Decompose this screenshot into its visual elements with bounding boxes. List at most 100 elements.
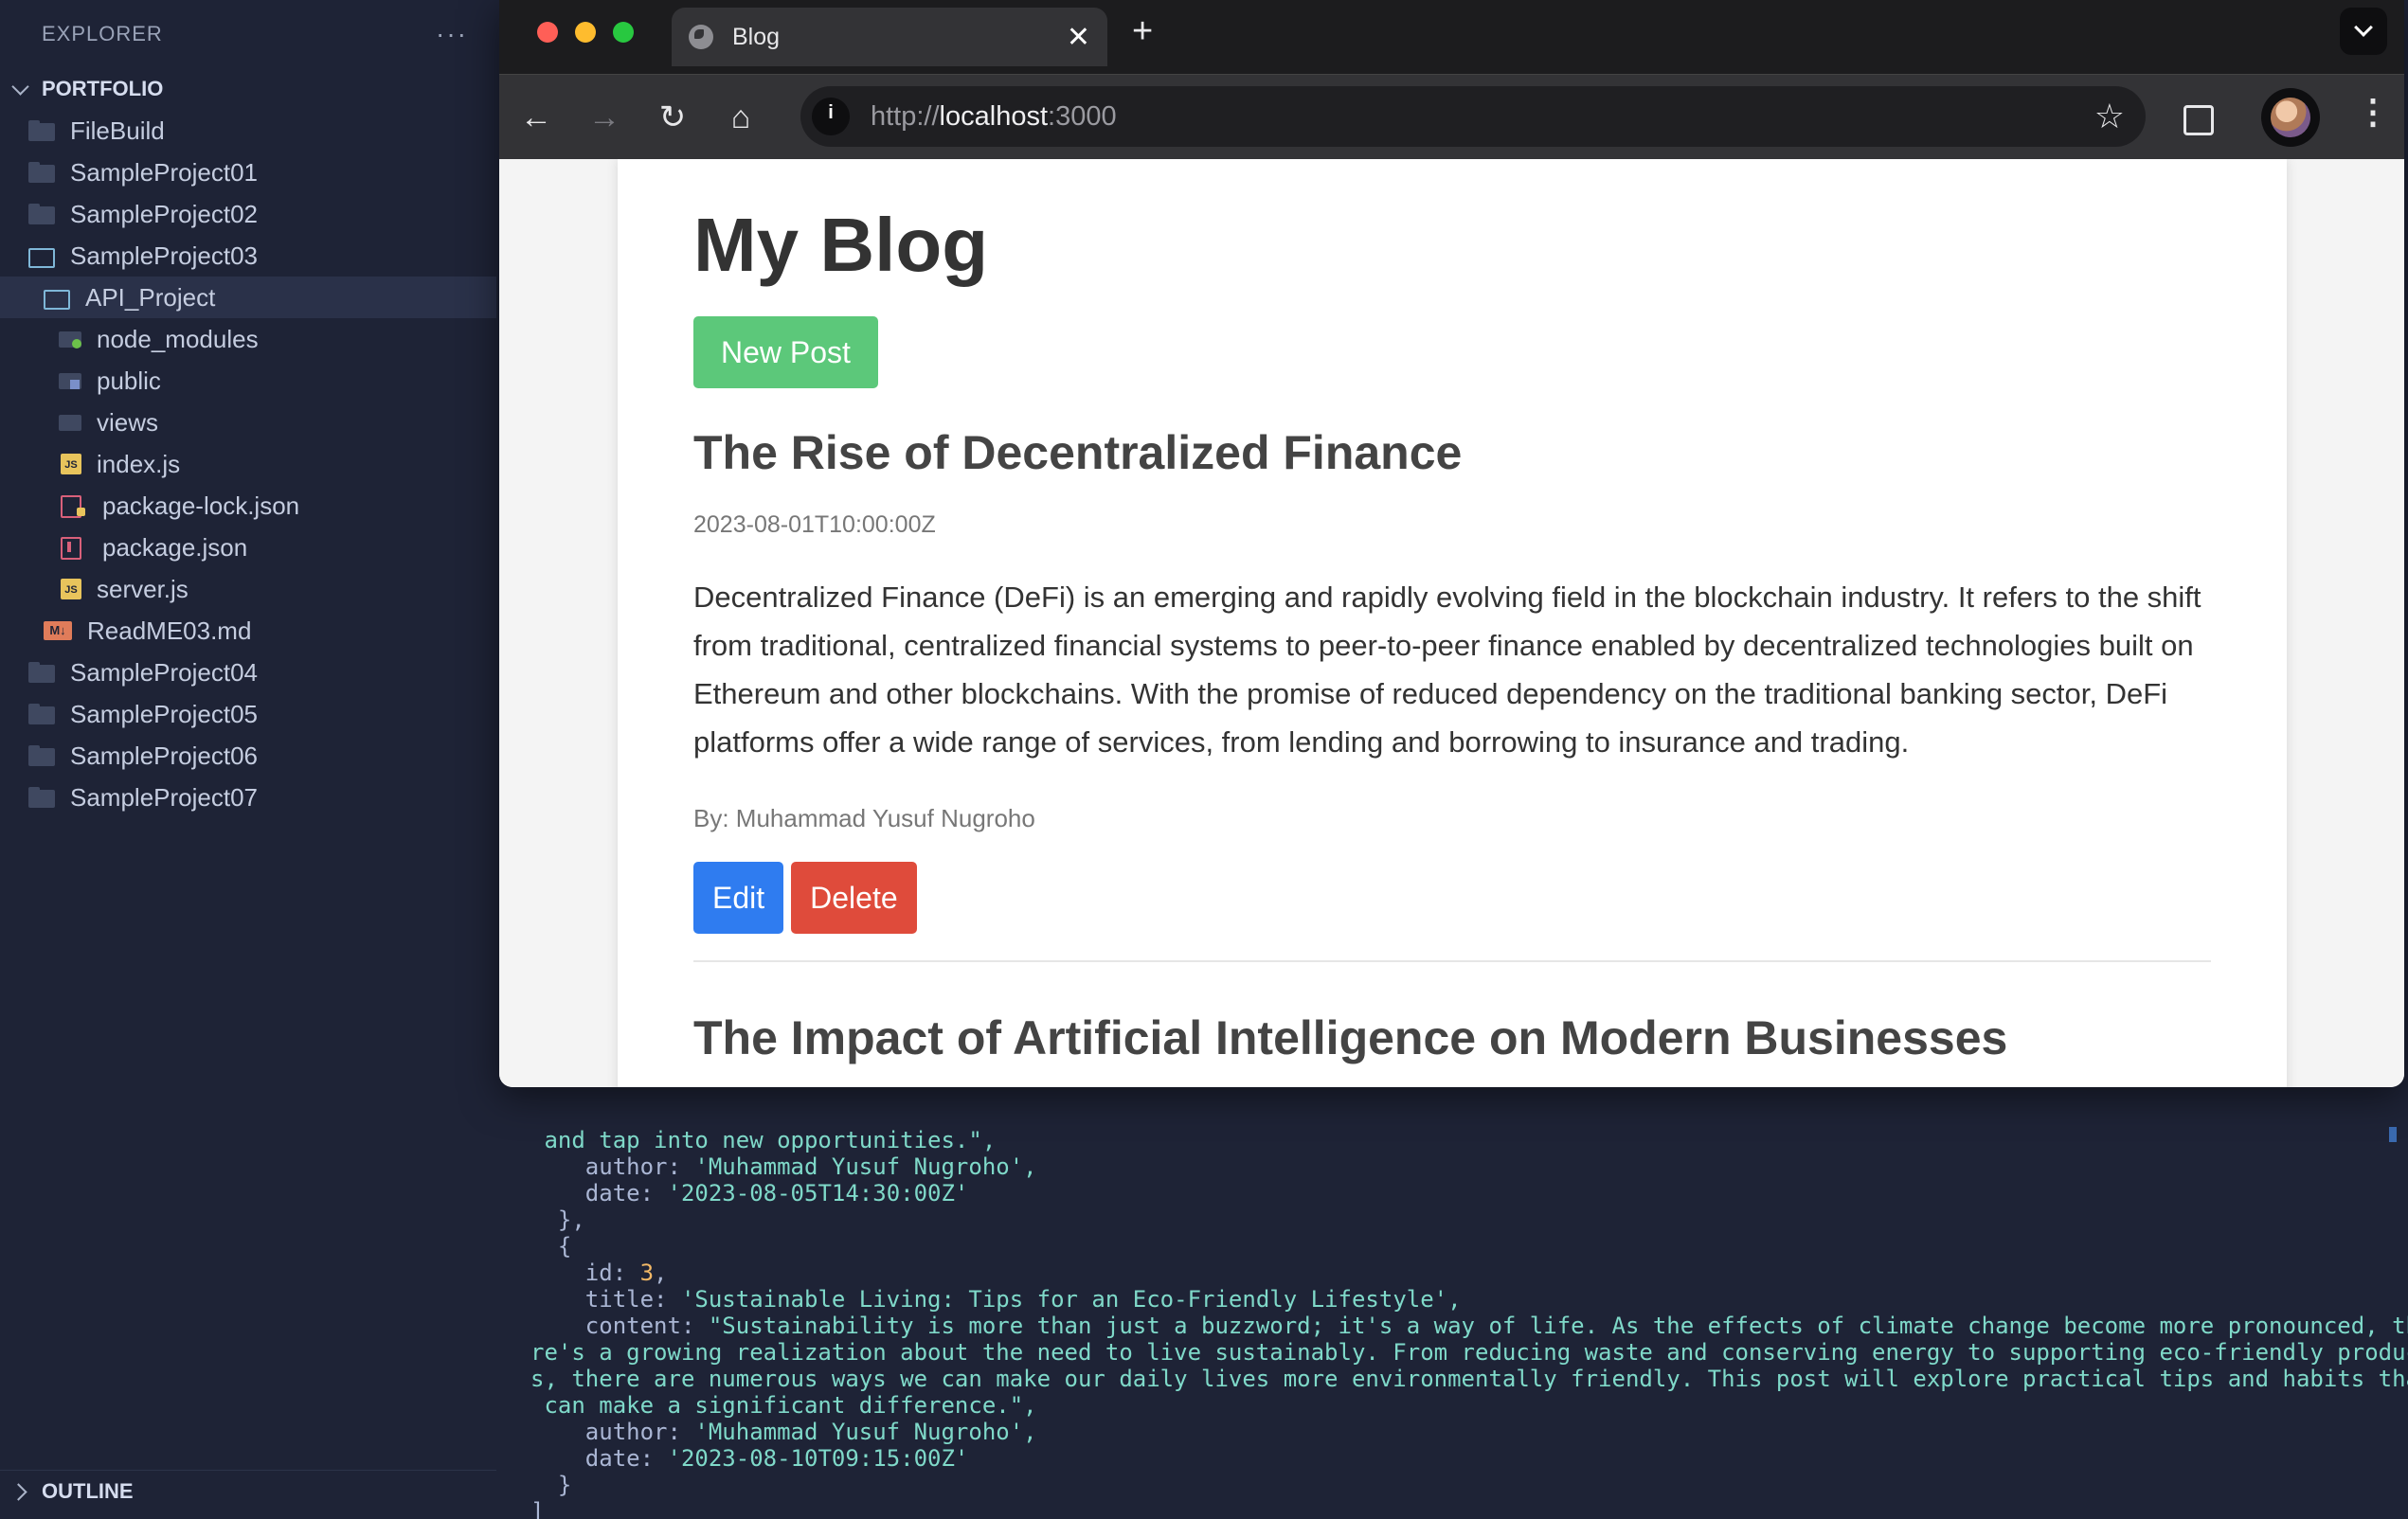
code-line: and tap into new opportunities.",	[530, 1127, 997, 1153]
code-line: {	[530, 1233, 572, 1260]
section-label: OUTLINE	[42, 1478, 134, 1503]
tree-item-label: SampleProject01	[70, 157, 258, 187]
tree-item-label: FileBuild	[70, 116, 165, 145]
new-post-button[interactable]: New Post	[693, 316, 878, 388]
explorer-header: EXPLORER ···	[0, 0, 496, 68]
home-button[interactable]: ⌂	[717, 94, 764, 141]
tree-item-label: API_Project	[85, 282, 216, 312]
chevron-down-icon[interactable]	[2340, 8, 2387, 55]
browser-menu-icon[interactable]: ⋮	[2356, 92, 2390, 132]
globe-icon	[689, 25, 713, 49]
bookmark-star-icon[interactable]: ☆	[2094, 97, 2125, 136]
markdown-file-icon	[44, 621, 72, 640]
tree-item-label: package-lock.json	[102, 491, 300, 520]
browser-toolbar: ← → ↻ ⌂ http://localhost:3000 ☆ ⋮	[499, 74, 2404, 159]
folder-icon	[59, 413, 81, 432]
post-card: The Rise of Decentralized Finance 2023-0…	[693, 424, 2211, 962]
node-folder-icon	[59, 330, 81, 348]
tree-item-readme03-md[interactable]: ReadME03.md	[0, 610, 496, 652]
tree-item-label: views	[97, 407, 159, 437]
url-text[interactable]: http://localhost:3000	[871, 101, 2094, 133]
code-line: content: "Sustainability is more than ju…	[530, 1313, 2408, 1339]
tree-item-label: node_modules	[97, 324, 259, 353]
folder-icon	[28, 704, 55, 724]
more-actions-icon[interactable]: ···	[436, 19, 468, 49]
tree-item-label: SampleProject07	[70, 782, 258, 812]
outline-section-header[interactable]: OUTLINE	[0, 1470, 496, 1511]
folder-icon	[28, 745, 55, 766]
tab-title: Blog	[732, 23, 781, 50]
tree-item-label: server.js	[97, 574, 189, 603]
tree-item-label: SampleProject03	[70, 241, 258, 270]
tree-item-views[interactable]: views	[0, 402, 496, 443]
reload-button[interactable]: ↻	[649, 94, 696, 141]
tree-item-sampleproject04[interactable]: SampleProject04	[0, 652, 496, 693]
close-icon[interactable]: ✕	[1067, 21, 1090, 54]
explorer-title: EXPLORER	[42, 22, 163, 45]
scrollbar-marker[interactable]	[2389, 1127, 2397, 1142]
npm-package-icon	[61, 537, 87, 560]
lock-file-icon	[61, 495, 87, 518]
extensions-icon[interactable]	[2176, 96, 2219, 139]
post-content: Decentralized Finance (DeFi) is an emerg…	[693, 581, 2201, 759]
tree-item-sampleproject03[interactable]: SampleProject03	[0, 235, 496, 277]
tree-item-public[interactable]: public	[0, 360, 496, 402]
folder-icon	[28, 662, 55, 683]
tree-item-package-lock-json[interactable]: package-lock.json	[0, 485, 496, 527]
tree-item-filebuild[interactable]: FileBuild	[0, 110, 496, 152]
javascript-file-icon	[61, 454, 81, 474]
back-button[interactable]: ←	[512, 94, 560, 141]
minimize-window-button[interactable]	[575, 22, 596, 43]
edit-button[interactable]: Edit	[693, 862, 784, 934]
tree-item-label: public	[97, 366, 161, 395]
tree-item-sampleproject07[interactable]: SampleProject07	[0, 777, 496, 818]
site-info-icon[interactable]	[812, 98, 850, 135]
code-line: author: 'Muhammad Yusuf Nugroho',	[530, 1419, 1037, 1445]
post-divider	[693, 960, 2211, 962]
page-title: My Blog	[693, 203, 989, 287]
post-date: 2023-08-01T10:00:00Z	[693, 511, 936, 538]
code-line: ]	[530, 1498, 545, 1519]
post-author: By: Muhammad Yusuf Nugroho	[693, 804, 1035, 832]
code-line: s, there are numerous ways we can make o…	[530, 1366, 2408, 1392]
tab-blog[interactable]: Blog ✕	[672, 8, 1107, 66]
tree-item-node-modules[interactable]: node_modules	[0, 318, 496, 360]
maximize-window-button[interactable]	[613, 22, 634, 43]
tree-item-package-json[interactable]: package.json	[0, 527, 496, 568]
portfolio-section-header[interactable]: PORTFOLIO	[0, 68, 496, 110]
new-tab-button[interactable]: +	[1132, 11, 1153, 52]
blog-container: My Blog New Post The Rise of Decentraliz…	[618, 159, 2287, 1087]
post-title: The Rise of Decentralized Finance	[693, 426, 1463, 479]
tree-item-index-js[interactable]: index.js	[0, 443, 496, 485]
tree-item-server-js[interactable]: server.js	[0, 568, 496, 610]
chevron-down-icon	[11, 80, 30, 98]
chevron-right-icon	[11, 1482, 30, 1501]
tree-item-label: ReadME03.md	[87, 616, 252, 645]
forward-button[interactable]: →	[581, 94, 628, 141]
explorer-sidebar: EXPLORER ··· PORTFOLIO FileBuild SampleP…	[0, 0, 496, 1519]
tree-item-sampleproject01[interactable]: SampleProject01	[0, 152, 496, 193]
folder-icon	[28, 204, 55, 224]
delete-button[interactable]: Delete	[791, 862, 917, 934]
tree-item-sampleproject06[interactable]: SampleProject06	[0, 735, 496, 777]
code-line: author: 'Muhammad Yusuf Nugroho',	[530, 1153, 1037, 1180]
folder-icon	[28, 162, 55, 183]
avatar[interactable]	[2261, 88, 2320, 147]
code-editor[interactable]: and tap into new opportunities.", author…	[530, 1127, 2408, 1519]
code-line: re's a growing realization about the nee…	[530, 1339, 2408, 1366]
browser-window: Blog ✕ + ← → ↻ ⌂ http://localhost:3000 ☆…	[499, 0, 2404, 1087]
tree-item-sampleproject05[interactable]: SampleProject05	[0, 693, 496, 735]
address-bar[interactable]: http://localhost:3000 ☆	[800, 86, 2146, 147]
code-line: title: 'Sustainable Living: Tips for an …	[530, 1286, 1462, 1313]
tree-item-api-project[interactable]: API_Project	[0, 277, 496, 318]
close-window-button[interactable]	[537, 22, 558, 43]
tab-bar: Blog ✕ +	[499, 0, 2404, 74]
folder-open-icon	[28, 245, 55, 268]
tree-item-label: SampleProject02	[70, 199, 258, 228]
tree-item-label: index.js	[97, 449, 181, 478]
tree-item-label: SampleProject04	[70, 657, 258, 687]
tree-item-label: SampleProject05	[70, 699, 258, 728]
tree-item-sampleproject02[interactable]: SampleProject02	[0, 193, 496, 235]
code-line: can make a significant difference.",	[530, 1392, 1037, 1419]
folder-icon	[28, 787, 55, 808]
